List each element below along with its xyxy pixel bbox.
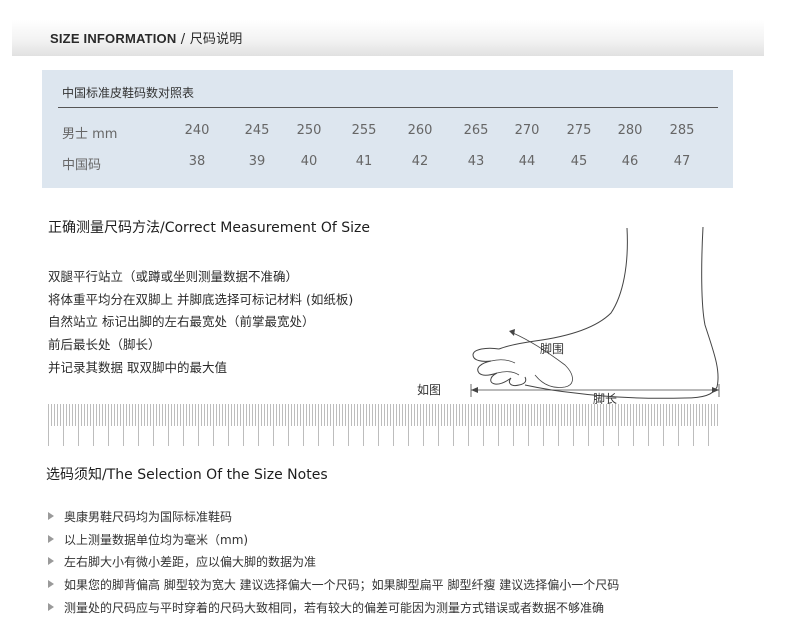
length-arrow-left-icon <box>471 387 478 393</box>
step-item: 双腿平行站立（或蹲或坐则测量数据不准确） <box>48 269 299 284</box>
triangle-bullet-icon <box>48 580 54 589</box>
foot-toes-outline <box>472 347 527 386</box>
triangle-bullet-icon <box>48 534 54 543</box>
step-item: 将体重平均分在双脚上 并脚底选择可标记材料 (如纸板) <box>48 291 354 307</box>
table-cell: 270 <box>514 123 540 138</box>
ruler <box>48 404 720 446</box>
figure-caption: 如图 <box>417 382 441 397</box>
table-cell: 43 <box>467 154 485 169</box>
table-cell: 250 <box>296 123 322 138</box>
table-cell: 47 <box>673 154 691 169</box>
table-row-mm: 男士 mm 240 245 250 255 260 265 270 275 28… <box>42 123 733 143</box>
foot-top-outline <box>498 227 628 350</box>
step-item: 前后最长处（脚长） <box>48 337 161 353</box>
list-item: 测量处的尺码应与平时穿着的尺码大致相同，若有较大的偏差可能因为测量方式错误或者数… <box>48 599 619 622</box>
triangle-bullet-icon <box>48 557 54 566</box>
page-title: SIZE INFORMATION / 尺码说明 <box>50 28 243 47</box>
table-cell: 240 <box>184 123 210 138</box>
triangle-bullet-icon <box>48 602 54 611</box>
table-caption: 中国标准皮鞋码数对照表 <box>62 86 195 100</box>
list-item: 奥康男鞋尺码均为国际标准鞋码 <box>48 508 619 531</box>
table-cell: 285 <box>669 123 695 138</box>
table-cell: 41 <box>355 154 373 169</box>
measurement-steps: 双腿平行站立（或蹲或坐则测量数据不准确） 将体重平均分在双脚上 并脚底选择可标记… <box>48 266 353 379</box>
table-cell: 46 <box>621 154 639 169</box>
table-cell: 275 <box>566 123 592 138</box>
girth-arrow-icon <box>509 329 515 336</box>
table-divider <box>58 107 718 108</box>
list-item: 左右脚大小有微小差距，应以偏大脚的数据为准 <box>48 553 619 576</box>
foot-diagram: 如图 脚围 脚长 <box>417 226 720 406</box>
size-comparison-table: 中国标准皮鞋码数对照表 男士 mm 240 245 250 255 260 26… <box>42 70 733 188</box>
girth-label: 脚围 <box>540 341 564 356</box>
row-label: 男士 mm <box>62 127 118 142</box>
table-cell: 40 <box>300 154 318 169</box>
table-row-cn: 中国码 38 39 40 41 42 43 44 45 46 47 <box>42 154 733 174</box>
table-cell: 39 <box>248 154 266 169</box>
table-cell: 265 <box>463 123 489 138</box>
foot-heel-outline <box>684 226 719 399</box>
length-arrow-right-icon <box>712 387 719 393</box>
step-item: 自然站立 标记出脚的左右最宽处（前掌最宽处） <box>48 314 315 330</box>
table-cell: 280 <box>617 123 643 138</box>
measurement-title: 正确测量尺码方法/Correct Measurement Of Size <box>48 220 370 236</box>
triangle-bullet-icon <box>48 512 54 520</box>
notes-list: 奥康男鞋尺码均为国际标准鞋码 以上测量数据单位均为毫米（mm) 左右脚大小有微小… <box>48 508 619 621</box>
step-item: 并记录其数据 取双脚中的最大值 <box>48 359 227 375</box>
page-title-cn: / 尺码说明 <box>176 32 243 47</box>
page-title-en: SIZE INFORMATION <box>50 31 177 46</box>
list-item: 以上测量数据单位均为毫米（mm) <box>48 531 619 554</box>
table-cell: 44 <box>518 154 536 169</box>
table-cell: 255 <box>351 123 377 138</box>
table-cell: 45 <box>570 154 588 169</box>
table-cell: 42 <box>411 154 429 169</box>
table-cell: 38 <box>188 154 206 169</box>
notes-title: 选码须知/The Selection Of the Size Notes <box>46 467 328 483</box>
table-cell: 245 <box>244 123 270 138</box>
row-label: 中国码 <box>62 158 102 173</box>
foot-toe-lines <box>490 359 520 376</box>
list-item: 如果您的脚背偏高 脚型较为宽大 建议选择偏大一个尺码；如果脚型扁平 脚型纤瘦 建… <box>48 576 619 599</box>
table-cell: 260 <box>407 123 433 138</box>
